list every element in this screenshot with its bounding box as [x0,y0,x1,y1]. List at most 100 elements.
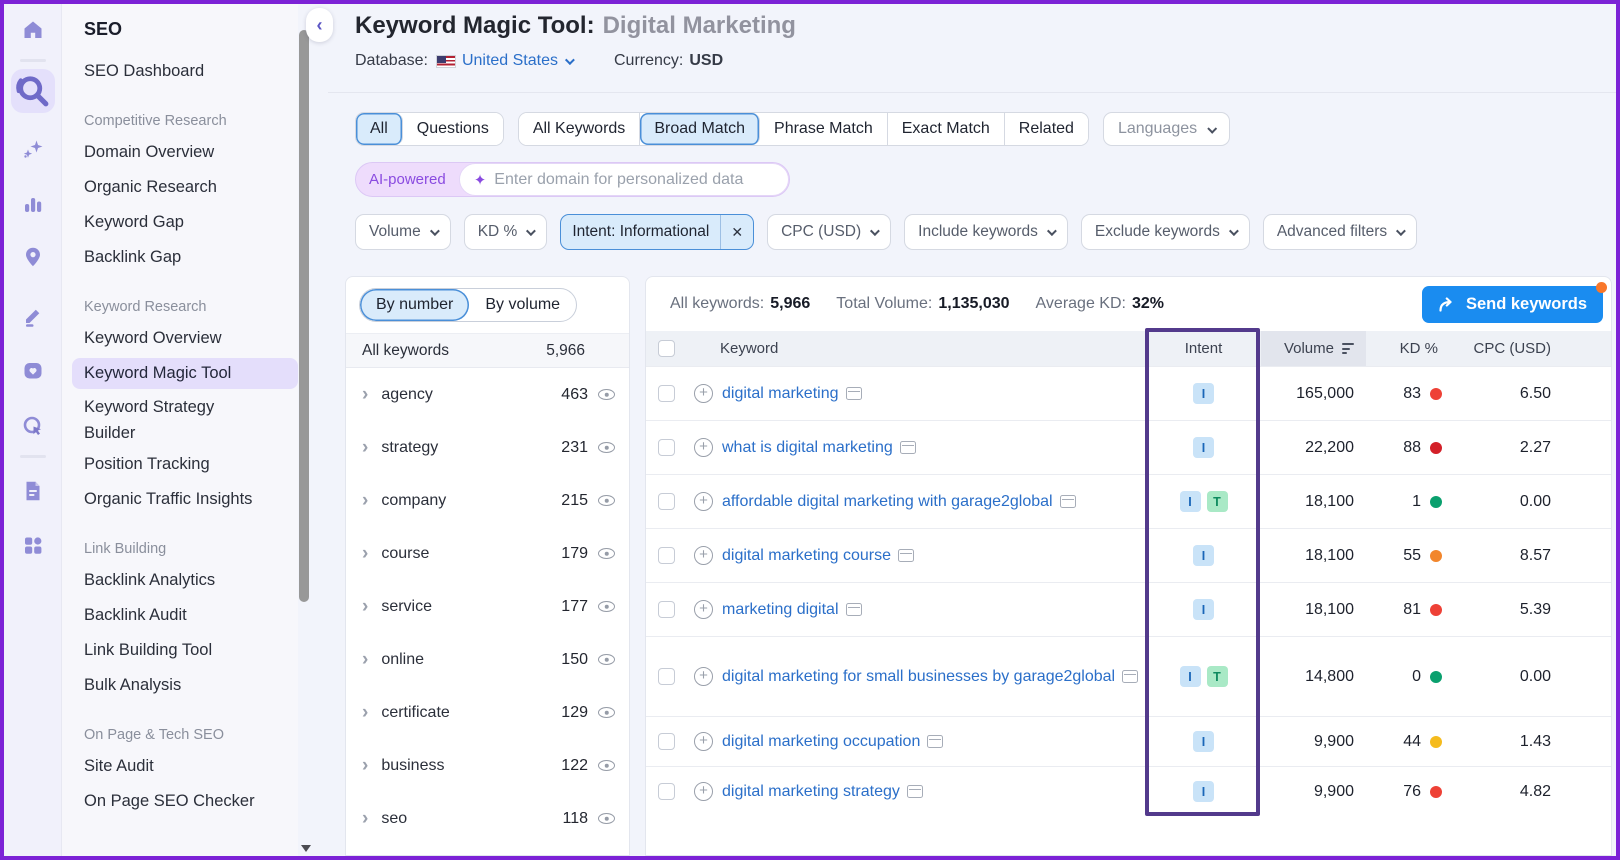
row-checkbox[interactable] [657,385,675,402]
select-all-checkbox[interactable] [657,340,675,357]
row-checkbox[interactable] [657,783,675,800]
cpc-filter[interactable]: CPC (USD) [767,214,892,250]
sidebar-collapse-button[interactable]: ‹ [306,8,333,42]
social-heart-icon[interactable] [20,358,46,384]
chevron-right-icon[interactable]: › [362,808,368,830]
serp-icon[interactable] [845,602,862,616]
sidebar-item-keyword-strategy-builder[interactable]: Keyword Strategy Builder [84,391,262,447]
sidebar-item-site-audit[interactable]: Site Audit [84,749,288,784]
add-keyword-icon[interactable]: + [694,781,713,801]
serp-icon[interactable] [897,548,914,562]
row-checkbox[interactable] [657,439,675,456]
sidebar-scrollbar[interactable] [299,30,309,602]
chevron-right-icon[interactable]: › [362,384,368,406]
send-keywords-button[interactable]: Send keywords [1421,282,1607,323]
reports-file-icon[interactable] [20,478,46,504]
add-keyword-icon[interactable]: + [694,545,713,565]
toggle-by-number[interactable]: By number [360,289,470,321]
add-keyword-icon[interactable]: + [694,437,713,457]
sidebar-item-onpage-seo-checker[interactable]: On Page SEO Checker [84,784,288,819]
column-volume[interactable]: Volume [1261,331,1366,366]
languages-dropdown[interactable]: Languages [1102,112,1231,146]
sidebar-item-position-tracking[interactable]: Position Tracking [84,447,288,482]
row-checkbox[interactable] [657,668,675,685]
row-checkbox[interactable] [657,733,675,750]
sidebar-item-bulk-analysis[interactable]: Bulk Analysis [84,668,288,703]
content-pencil-icon[interactable] [20,303,46,329]
column-keyword[interactable]: Keyword [686,340,1146,357]
group-row-course[interactable]: › course 179 [346,527,629,580]
database-selector[interactable]: United States [462,52,558,70]
sidebar-item-organic-research[interactable]: Organic Research [84,170,288,205]
sidebar-item-domain-overview[interactable]: Domain Overview [84,135,288,170]
tab-phrase-match[interactable]: Phrase Match [760,113,888,145]
chevron-down-icon[interactable] [564,54,575,65]
seo-toolkit-icon[interactable] [11,69,55,113]
group-row-certificate[interactable]: › certificate 129 [346,686,629,739]
row-checkbox[interactable] [657,493,675,510]
serp-icon[interactable] [1059,494,1076,508]
analytics-bars-icon[interactable] [20,191,46,217]
serp-icon[interactable] [845,386,862,400]
add-keyword-icon[interactable]: + [694,666,713,686]
add-keyword-icon[interactable]: + [694,383,713,403]
chevron-right-icon[interactable]: › [362,437,368,459]
ai-sparkles-icon[interactable] [20,136,46,162]
scrollbar-down-arrow-icon[interactable] [301,845,311,852]
chevron-right-icon[interactable]: › [362,702,368,724]
chevron-right-icon[interactable]: › [362,755,368,777]
chevron-right-icon[interactable]: › [362,596,368,618]
sidebar-item-keyword-overview[interactable]: Keyword Overview [84,321,288,356]
advanced-filters[interactable]: Advanced filters [1262,214,1418,250]
eye-icon[interactable] [598,654,615,665]
chevron-right-icon[interactable]: › [362,649,368,671]
row-checkbox[interactable] [657,547,675,564]
sidebar-item-keyword-magic-tool[interactable]: Keyword Magic Tool [72,358,298,389]
keyword-link[interactable]: digital marketing course [722,547,891,564]
eye-icon[interactable] [598,442,615,453]
keyword-link[interactable]: digital marketing [722,385,839,402]
sidebar-item-backlink-gap[interactable]: Backlink Gap [84,240,288,275]
row-checkbox[interactable] [657,601,675,618]
tab-broad-match[interactable]: Broad Match [640,113,761,145]
keyword-link[interactable]: digital marketing occupation [722,733,920,750]
group-row-agency[interactable]: › agency 463 [346,368,629,421]
include-keywords-filter[interactable]: Include keywords [904,214,1068,250]
keyword-link[interactable]: marketing digital [722,601,839,618]
serp-icon[interactable] [927,734,944,748]
sidebar-item-seo-dashboard[interactable]: SEO Dashboard [84,54,288,89]
group-row-service[interactable]: › service 177 [346,580,629,633]
volume-filter[interactable]: Volume [355,214,451,250]
add-keyword-icon[interactable]: + [694,599,713,619]
chevron-right-icon[interactable]: › [362,490,368,512]
domain-input[interactable] [494,170,774,189]
eye-icon[interactable] [598,548,615,559]
home-icon[interactable] [20,17,46,43]
sidebar-item-backlink-analytics[interactable]: Backlink Analytics [84,563,288,598]
groups-header[interactable]: All keywords 5,966 [346,334,629,368]
group-row-seo[interactable]: › seo 118 [346,792,629,845]
keyword-link[interactable]: digital marketing for small businesses b… [722,668,1115,685]
kd-filter[interactable]: KD % [463,214,548,250]
sidebar-item-backlink-audit[interactable]: Backlink Audit [84,598,288,633]
column-intent[interactable]: Intent [1146,340,1261,357]
tab-all[interactable]: All [356,113,403,145]
add-keyword-icon[interactable]: + [694,491,713,511]
local-pin-icon[interactable] [20,244,46,270]
keyword-link[interactable]: what is digital marketing [722,439,893,456]
remove-intent-filter-button[interactable]: ✕ [720,215,753,249]
column-kd[interactable]: KD % [1366,340,1466,357]
apps-grid-icon[interactable] [20,532,46,558]
chevron-right-icon[interactable]: › [362,543,368,565]
sidebar-item-link-building-tool[interactable]: Link Building Tool [84,633,288,668]
eye-icon[interactable] [598,707,615,718]
group-row-company[interactable]: › company 215 [346,474,629,527]
keyword-link[interactable]: digital marketing strategy [722,783,900,800]
sidebar-item-organic-traffic-insights[interactable]: Organic Traffic Insights [84,482,288,517]
tab-exact-match[interactable]: Exact Match [887,113,1005,145]
group-row-business[interactable]: › business 122 [346,739,629,792]
keyword-link[interactable]: affordable digital marketing with garage… [722,493,1053,510]
advertising-target-icon[interactable] [20,413,46,439]
tab-questions[interactable]: Questions [402,113,503,145]
serp-icon[interactable] [899,440,916,454]
